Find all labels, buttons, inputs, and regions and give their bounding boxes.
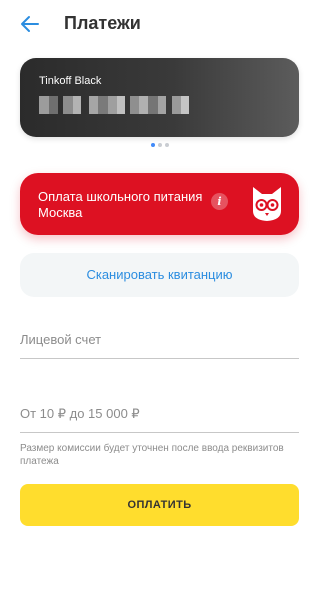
provider-region: Москва [38,205,83,220]
commission-hint: Размер комиссии будет уточнен после ввод… [20,443,284,467]
pager-dot[interactable] [158,143,162,147]
amount-field[interactable] [20,402,299,433]
back-button[interactable] [18,12,42,36]
amount-input[interactable] [20,402,299,424]
arrow-left-icon [21,16,39,32]
owl-logo-icon [253,187,281,221]
account-input[interactable] [20,328,299,350]
payment-card[interactable]: Tinkoff Black [20,58,299,137]
account-field[interactable] [20,328,299,359]
pager-dot-active[interactable] [151,143,155,147]
card-number-pixelated [39,96,189,114]
provider-name: Оплата школьного питания [38,189,203,204]
page-title: Платежи [64,13,141,33]
field-divider [20,432,299,433]
pay-button[interactable]: ОПЛАТИТЬ [20,484,299,526]
scan-receipt-button[interactable]: Сканировать квитанцию [20,253,299,297]
card-name: Tinkoff Black [39,75,102,87]
provider-text: Оплата школьного питания Москва [38,189,202,221]
info-icon[interactable]: i [211,193,228,210]
provider-banner[interactable]: Оплата школьного питания Москва i [20,173,299,235]
card-pager [0,143,320,149]
field-divider [20,358,299,359]
pager-dot[interactable] [165,143,169,147]
header: Платежи [0,0,320,50]
